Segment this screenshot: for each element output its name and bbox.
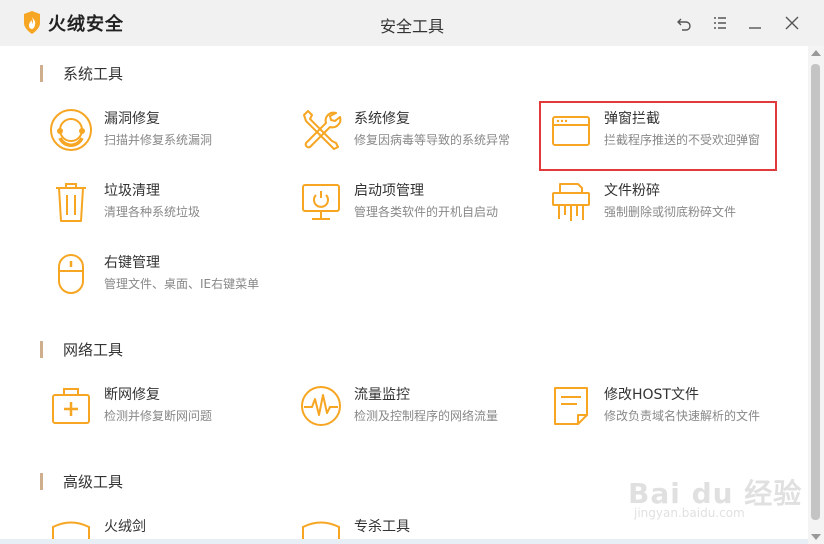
section-title-network: 网络工具 xyxy=(40,340,123,360)
tool-desc: 管理各类软件的开机自启动 xyxy=(354,205,499,219)
tool-name: 修改HOST文件 xyxy=(604,387,699,403)
app-brand: 火绒安全 xyxy=(48,14,124,35)
scroll-down-arrow-icon[interactable] xyxy=(811,534,821,540)
scroll-up-arrow-icon[interactable] xyxy=(811,50,821,56)
back-button[interactable] xyxy=(672,11,696,35)
scrollbar-thumb[interactable] xyxy=(811,64,820,520)
menu-icon xyxy=(714,17,726,29)
close-button[interactable] xyxy=(780,11,804,35)
tool-name: 右键管理 xyxy=(104,255,160,271)
tool-name: 专杀工具 xyxy=(354,519,410,535)
tool-name: 系统修复 xyxy=(354,111,410,127)
monitor-power-icon xyxy=(302,184,340,220)
tool-name: 流量监控 xyxy=(354,387,410,403)
desktop-edge xyxy=(0,539,808,544)
tool-desc: 检测及控制程序的网络流量 xyxy=(354,409,499,423)
menu-button[interactable] xyxy=(708,11,732,35)
highlight-box xyxy=(539,101,777,171)
wrench-screwdriver-icon xyxy=(303,110,342,150)
scrollbar[interactable] xyxy=(808,46,824,544)
tool-desc: 修复因病毒等导致的系统异常 xyxy=(354,133,511,147)
tool-vuln-repair[interactable]: 漏洞修复 扫描并修复系统漏洞 xyxy=(48,104,288,156)
shredder-icon xyxy=(552,183,590,221)
flame-shield-icon xyxy=(24,11,40,34)
undo-icon xyxy=(677,18,691,31)
title-bar: 火绒安全 安全工具 xyxy=(0,0,824,46)
tool-name: 漏洞修复 xyxy=(104,111,160,127)
app-logo: 火绒安全 xyxy=(22,10,124,36)
tool-desc: 管理文件、桌面、IE右键菜单 xyxy=(104,277,260,291)
tool-desc: 扫描并修复系统漏洞 xyxy=(104,133,213,147)
mouse-icon xyxy=(58,254,84,294)
minimize-button[interactable] xyxy=(743,11,767,35)
tool-name: 垃圾清理 xyxy=(104,183,160,199)
tool-desc: 清理各种系统垃圾 xyxy=(104,205,201,219)
pulse-icon xyxy=(301,386,341,426)
section-title-advanced: 高级工具 xyxy=(40,472,123,492)
tool-name: 启动项管理 xyxy=(354,183,424,199)
tool-system-repair[interactable]: 系统修复 修复因病毒等导致的系统异常 xyxy=(298,104,538,156)
document-icon xyxy=(554,387,588,425)
section-title-system: 系统工具 xyxy=(40,64,123,84)
tool-junk-clean[interactable]: 垃圾清理 清理各种系统垃圾 xyxy=(48,176,288,228)
watermark-url: jingyan.baidu.com xyxy=(634,506,745,520)
tool-name: 断网修复 xyxy=(104,387,160,403)
bug-repair-icon xyxy=(50,109,92,151)
tool-startup-manager[interactable]: 启动项管理 管理各类软件的开机自启动 xyxy=(298,176,538,228)
tool-file-shredder[interactable]: 文件粉碎 强制删除或彻底粉碎文件 xyxy=(548,176,788,228)
tool-desc: 检测并修复断网问题 xyxy=(104,409,213,423)
trash-bin-icon xyxy=(56,183,86,222)
tool-desc: 修改负责域名快速解析的文件 xyxy=(604,409,761,423)
tool-name: 火绒剑 xyxy=(104,519,146,535)
tool-desc: 强制删除或彻底粉碎文件 xyxy=(604,205,737,219)
tool-edit-hosts[interactable]: 修改HOST文件 修改负责域名快速解析的文件 xyxy=(548,380,788,432)
close-icon xyxy=(785,16,799,30)
minimize-icon xyxy=(749,27,761,29)
tool-traffic-monitor[interactable]: 流量监控 检测及控制程序的网络流量 xyxy=(298,380,538,432)
tool-context-menu-manager[interactable]: 右键管理 管理文件、桌面、IE右键菜单 xyxy=(48,248,288,300)
tool-name: 文件粉碎 xyxy=(604,183,660,199)
baidu-watermark: Bai du 经验 jingyan.baidu.com xyxy=(628,472,802,520)
tool-network-repair[interactable]: 断网修复 检测并修复断网问题 xyxy=(48,380,288,432)
medical-kit-icon xyxy=(52,388,90,424)
